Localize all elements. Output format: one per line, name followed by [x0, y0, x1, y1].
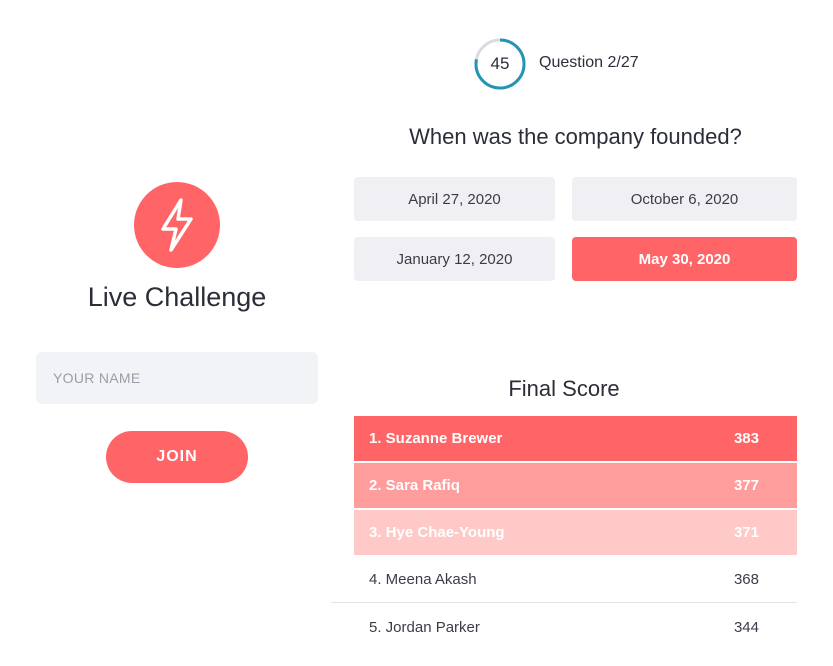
player-score: 377 [733, 477, 759, 494]
leaderboard-row: 2. Sara Rafiq 377 [354, 463, 797, 508]
leaderboard-row: 3. Hye Chae-Young 371 [354, 510, 797, 555]
leaderboard: 1. Suzanne Brewer 383 2. Sara Rafiq 377 … [331, 416, 797, 653]
player-name: 2. Sara Rafiq [369, 477, 460, 494]
player-score: 344 [733, 619, 759, 636]
leaderboard-row: 1. Suzanne Brewer 383 [354, 416, 797, 461]
countdown-timer: 45 [474, 38, 526, 90]
answer-option[interactable]: April 27, 2020 [354, 177, 555, 221]
quiz-page: Live Challenge JOIN 45 Question 2/27 Whe… [0, 0, 833, 666]
answer-label: April 27, 2020 [408, 190, 501, 208]
player-score: 368 [733, 571, 759, 588]
name-input[interactable] [36, 352, 318, 404]
question-text: When was the company founded? [409, 124, 742, 149]
player-name: 3. Hye Chae-Young [369, 524, 505, 541]
timer-value: 45 [490, 54, 510, 73]
question-counter: Question 2/27 [539, 54, 639, 71]
leaderboard-row: 5. Jordan Parker 344 [331, 605, 797, 651]
player-name: 1. Suzanne Brewer [369, 430, 503, 447]
final-score-title: Final Score [508, 376, 620, 401]
answer-label: January 12, 2020 [396, 250, 513, 268]
player-name: 4. Meena Akash [369, 571, 477, 588]
app-logo [134, 182, 220, 268]
answer-option-selected[interactable]: May 30, 2020 [572, 237, 797, 281]
join-button[interactable]: JOIN [106, 431, 248, 483]
player-score: 371 [733, 524, 759, 541]
answer-option[interactable]: January 12, 2020 [354, 237, 555, 281]
answer-label: May 30, 2020 [638, 250, 731, 268]
app-title: Live Challenge [87, 282, 267, 312]
answer-label: October 6, 2020 [630, 190, 739, 208]
player-name: 5. Jordan Parker [369, 619, 480, 636]
lightning-bolt-icon [161, 198, 193, 252]
player-score: 383 [733, 430, 759, 447]
answer-option[interactable]: October 6, 2020 [572, 177, 797, 221]
leaderboard-row: 4. Meena Akash 368 [331, 557, 797, 603]
